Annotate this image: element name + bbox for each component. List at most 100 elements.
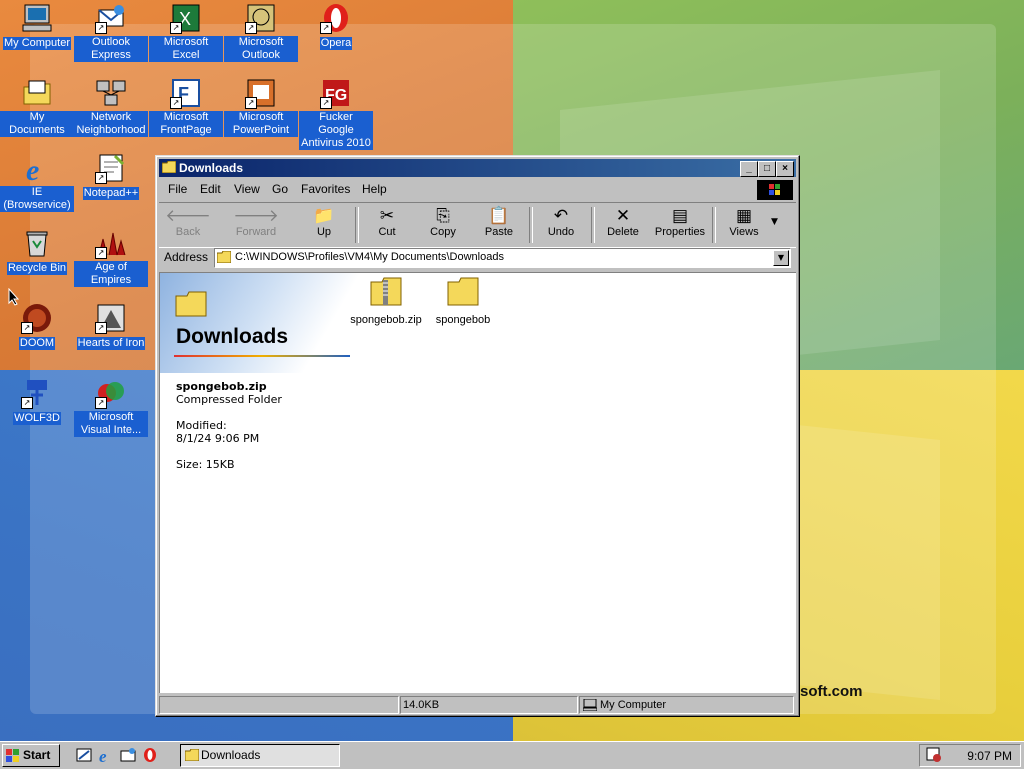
desktop-icon-doom[interactable]: ↗ DOOM: [0, 302, 74, 350]
selected-size: Size: 15KB: [176, 458, 235, 471]
desktop-icon-label: IE (Browservice): [0, 186, 74, 212]
up-button[interactable]: 📁 Up: [297, 206, 351, 244]
wolf3d-icon: ↗: [21, 377, 53, 409]
undo-label: Undo: [547, 226, 575, 238]
desktop-icon-label: WOLF3D: [13, 412, 61, 425]
title-bar[interactable]: Downloads _ □ ×: [159, 159, 796, 177]
forward-button[interactable]: 🡒 Forward: [229, 206, 283, 244]
menu-file[interactable]: File: [168, 182, 187, 196]
address-bar: Address C:\WINDOWS\Profiles\VM4\My Docum…: [159, 247, 796, 269]
desktop-icon-label: Age of Empires: [74, 261, 148, 287]
window-title: Downloads: [179, 161, 244, 175]
explorer-window: Downloads _ □ × File Edit View Go Favori…: [155, 155, 800, 717]
desktop-icon-label: Notepad++: [82, 187, 140, 200]
menu-edit[interactable]: Edit: [200, 182, 221, 196]
desktop-icon-my-documents[interactable]: My Documents: [0, 77, 74, 137]
svg-text:e: e: [26, 154, 39, 184]
copy-icon: ⎘: [436, 206, 450, 225]
desktop-icon-label: Microsoft Outlook: [224, 36, 298, 62]
back-arrow-icon: 🡐: [165, 206, 211, 225]
address-input[interactable]: C:\WINDOWS\Profiles\VM4\My Documents\Dow…: [214, 248, 791, 268]
status-bar: 14.0KB My Computer: [159, 695, 796, 714]
desktop-icon-label: Recycle Bin: [6, 262, 68, 275]
desktop-icon-powerpoint[interactable]: ↗ Microsoft PowerPoint: [224, 77, 298, 137]
menu-bar: File Edit View Go Favorites Help: [159, 179, 796, 200]
up-label: Up: [316, 226, 332, 238]
menu-help[interactable]: Help: [362, 182, 387, 196]
desktop-icon-antivirus[interactable]: FG ↗ Fucker Google Antivirus 2010: [299, 77, 373, 150]
taskbar-item-downloads[interactable]: Downloads: [180, 744, 340, 767]
menu-view[interactable]: View: [234, 182, 260, 196]
maximize-button[interactable]: □: [758, 161, 776, 177]
desktop-icon-wolf3d[interactable]: ↗ WOLF3D: [0, 377, 74, 425]
desktop-icon-label: Opera: [319, 37, 353, 50]
status-panel-left: [159, 696, 399, 714]
address-dropdown-button[interactable]: ▼: [773, 250, 789, 266]
desktop-icon-excel[interactable]: X ↗ Microsoft Excel: [149, 2, 223, 62]
desktop-icon-label: Outlook Express: [74, 36, 148, 62]
zip-folder-icon: [370, 277, 402, 306]
desktop-icon-visual-interdev[interactable]: ↗ Microsoft Visual Inte...: [74, 377, 148, 437]
desktop-icon-outlook-express[interactable]: ↗ Outlook Express: [74, 2, 148, 62]
address-label: Address: [164, 250, 209, 264]
clock[interactable]: 9:07 PM: [967, 749, 1012, 763]
paste-button[interactable]: 📋 Paste: [472, 206, 526, 244]
folder-icon: [175, 291, 207, 317]
outlook-express-quicklaunch-icon[interactable]: [120, 747, 136, 763]
desktop-icon-opera[interactable]: ↗ Opera: [299, 2, 373, 50]
delete-button[interactable]: ✕ Delete: [596, 206, 650, 244]
mouse-pointer-icon: [8, 288, 20, 306]
folder-content: Downloads spongebob.zip Compressed Folde…: [159, 272, 796, 693]
frontpage-icon: F ↗: [170, 77, 202, 109]
cut-button[interactable]: ✂ Cut: [360, 206, 414, 244]
selected-name: spongebob.zip: [176, 380, 267, 393]
desktop-icon-frontpage[interactable]: F ↗ Microsoft FrontPage: [149, 77, 223, 137]
file-item[interactable]: spongebob: [423, 277, 503, 326]
cut-label: Cut: [378, 226, 396, 238]
excel-icon: X ↗: [170, 2, 202, 34]
properties-icon: ▤: [671, 206, 689, 225]
desktop-icon-notepad[interactable]: ↗ Notepad++: [74, 152, 148, 200]
views-button[interactable]: ▦ Views: [717, 206, 771, 244]
views-label: Views: [729, 226, 759, 238]
folder-icon: [162, 161, 176, 173]
copy-label: Copy: [430, 226, 456, 238]
undo-button[interactable]: ↶ Undo: [534, 206, 588, 244]
show-desktop-icon[interactable]: [76, 747, 92, 763]
folder-banner: Downloads: [160, 273, 370, 373]
menu-go[interactable]: Go: [272, 182, 288, 196]
folder-icon: [447, 277, 479, 306]
desktop-icon-ie[interactable]: e IE (Browservice): [0, 152, 74, 212]
views-dropdown-icon[interactable]: ▼: [771, 217, 778, 227]
desktop-icon-my-computer[interactable]: My Computer: [0, 2, 74, 50]
minimize-button[interactable]: _: [740, 161, 758, 177]
status-zone-panel: My Computer: [579, 696, 794, 714]
properties-button[interactable]: ▤ Properties: [650, 206, 710, 244]
close-button[interactable]: ×: [776, 161, 794, 177]
properties-label: Properties: [654, 226, 706, 238]
desktop-icon-label: DOOM: [18, 337, 56, 350]
desktop-icon-hearts-of-iron[interactable]: ↗ Hearts of Iron: [74, 302, 148, 350]
scissors-icon: ✂: [379, 206, 395, 225]
toolbar: 🡐 Back 🡒 Forward 📁 Up ✂ Cut ⎘ Copy 📋 Paste ↶ Un…: [159, 202, 796, 248]
opera-quicklaunch-icon[interactable]: [142, 747, 158, 763]
paste-icon: 📋: [488, 206, 510, 225]
menu-favorites[interactable]: Favorites: [301, 182, 350, 196]
desktop-icon-outlook[interactable]: ↗ Microsoft Outlook: [224, 2, 298, 62]
taskbar-item-label: Downloads: [201, 748, 261, 762]
scheduler-icon[interactable]: [926, 747, 942, 763]
banner-title: Downloads: [176, 325, 289, 348]
back-button[interactable]: 🡐 Back: [161, 206, 215, 244]
antivirus-icon: FG ↗: [320, 77, 352, 109]
desktop-icon-age-of-empires[interactable]: ↗ Age of Empires: [74, 227, 148, 287]
file-item[interactable]: spongebob.zip: [346, 277, 426, 326]
copy-button[interactable]: ⎘ Copy: [416, 206, 470, 244]
desktop-icon-network[interactable]: Network Neighborhood: [74, 77, 148, 137]
forward-label: Forward: [235, 226, 277, 238]
desktop-icon-label: Microsoft PowerPoint: [224, 111, 298, 137]
start-button[interactable]: Start: [2, 744, 60, 767]
ie-quicklaunch-icon[interactable]: e: [98, 747, 114, 763]
desktop-icon-recycle-bin[interactable]: Recycle Bin: [0, 227, 74, 275]
desktop-icon-label: Microsoft Visual Inte...: [74, 411, 148, 437]
forward-arrow-icon: 🡒: [233, 206, 279, 225]
